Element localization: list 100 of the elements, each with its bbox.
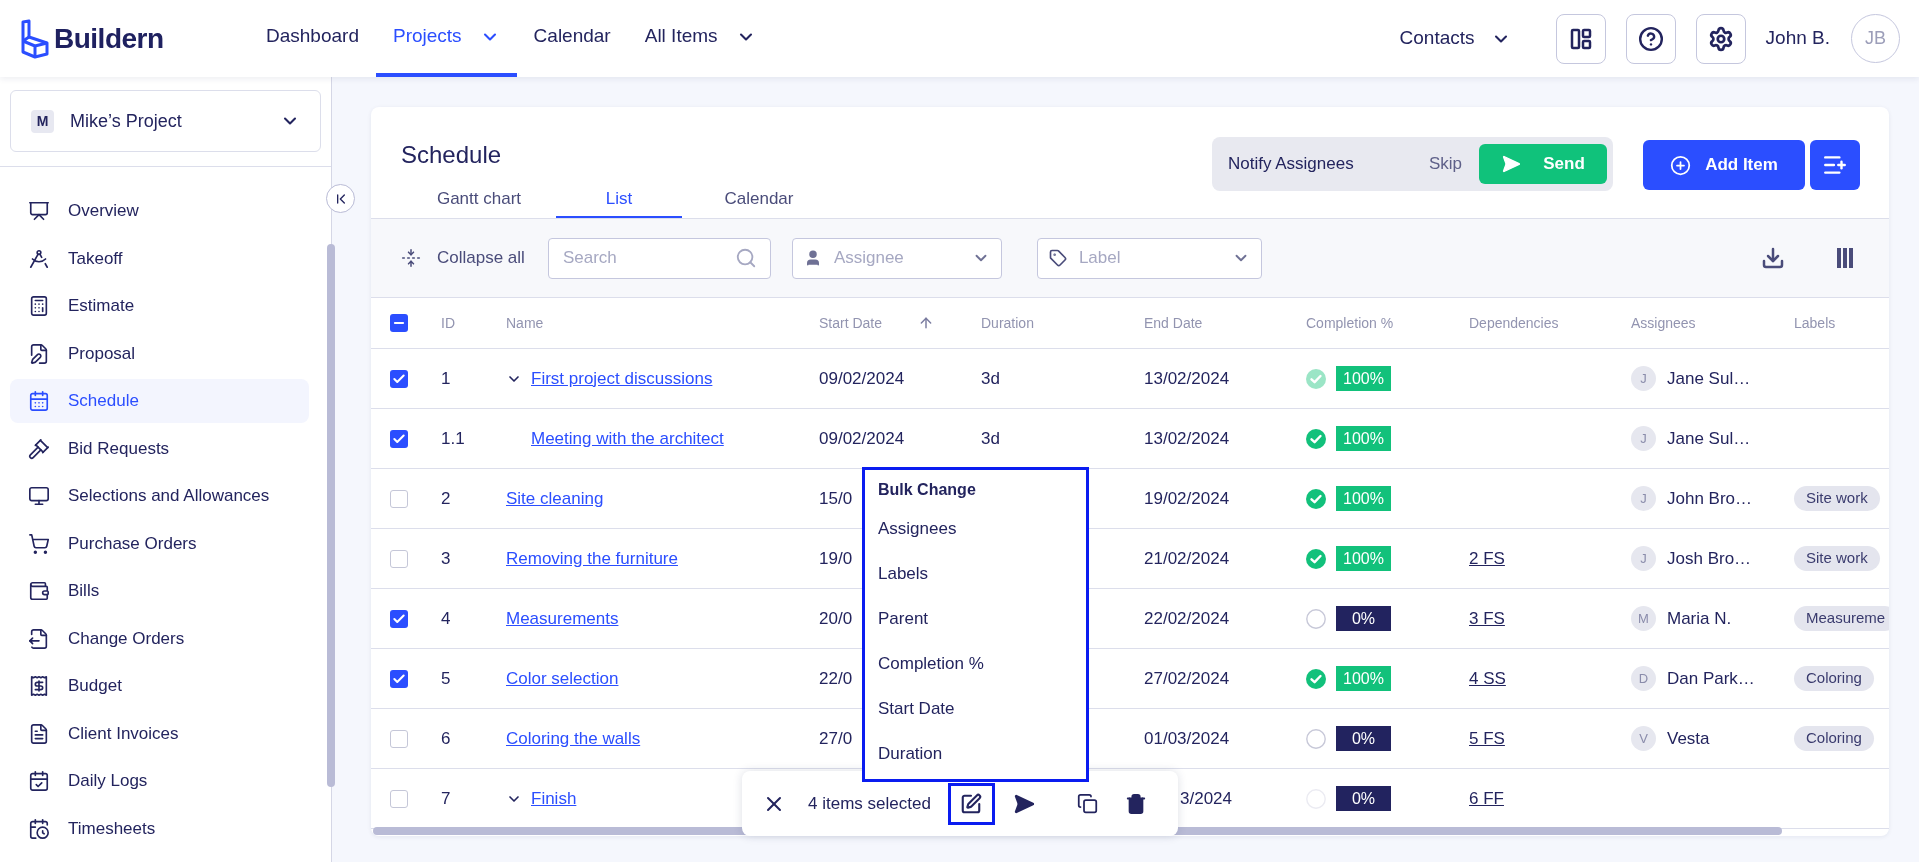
task-link[interactable]: Removing the furniture (506, 545, 678, 572)
checkbox[interactable] (390, 369, 408, 388)
end-date-cell: 3/2024 (1180, 788, 1232, 808)
dependency-link[interactable]: 5 FS (1469, 728, 1505, 748)
view-tab[interactable]: Calendar (696, 182, 822, 218)
dependency-link[interactable]: 6 FF (1469, 788, 1504, 808)
send-icon (1501, 154, 1522, 174)
checkbox[interactable] (390, 729, 408, 748)
id-cell-text: 2 (441, 487, 451, 510)
id-cell-text: 7 (441, 787, 451, 810)
id-cell-text: 6 (441, 727, 451, 750)
sidebar-item[interactable]: Daily Logs (10, 759, 309, 803)
delete-button[interactable] (1124, 792, 1147, 815)
wallet-icon (28, 580, 50, 602)
sidebar-item[interactable]: Bid Requests (10, 426, 309, 471)
end-date-cell: 27/02/2024 (1144, 668, 1230, 688)
check-icon (392, 671, 406, 686)
dependency-link[interactable]: 3 FS (1469, 608, 1505, 628)
sidebar-item[interactable]: Estimate (10, 284, 309, 328)
start-date-cell: 19/0 (819, 548, 853, 568)
id-cell-text: 5 (441, 667, 451, 690)
sidebar-item[interactable]: Overview (10, 189, 309, 233)
checkbox[interactable] (390, 489, 408, 508)
menu-item[interactable]: Parent (878, 596, 1086, 641)
assignee-name: John Bro… (1667, 487, 1753, 510)
checkbox[interactable] (390, 549, 408, 568)
download-icon (1761, 246, 1785, 270)
columns-button[interactable] (1837, 248, 1853, 268)
task-link[interactable]: Site cleaning (506, 485, 604, 512)
edit-button[interactable] (947, 782, 995, 825)
task-link[interactable]: Color selection (506, 665, 619, 692)
id-cell-text: 1.1 (441, 427, 465, 450)
menu-item[interactable]: Completion % (878, 641, 1086, 686)
menu-item[interactable]: Start Date (878, 686, 1086, 731)
sidebar-item[interactable]: Takeoff (10, 236, 309, 281)
task-link[interactable]: Meeting with the architect (531, 425, 724, 452)
logo-icon (20, 18, 50, 59)
layout-button[interactable] (1555, 13, 1606, 64)
assignee-avatar: J (1631, 366, 1656, 391)
project-name: Mike’s Project (70, 109, 182, 133)
add-list-button[interactable] (1810, 140, 1860, 190)
view-tab[interactable]: Gantt chart (416, 182, 542, 218)
menu-title: Bulk Change (878, 480, 977, 500)
collapse-all-button[interactable]: Collapse all (401, 245, 525, 271)
checkbox[interactable] (390, 314, 408, 332)
end-date-cell: 13/02/2024 (1144, 428, 1230, 448)
project-selector[interactable]: M Mike’s Project (10, 90, 321, 152)
checkbox[interactable] (390, 669, 408, 688)
scrollbar[interactable] (327, 244, 335, 787)
dependency-link[interactable]: 4 SS (1469, 668, 1506, 688)
assignee-name: Jane Sul… (1667, 367, 1751, 390)
task-link[interactable]: Finish (531, 785, 577, 812)
checkbox[interactable] (390, 609, 408, 628)
sidebar-item[interactable]: Bills (10, 569, 309, 613)
completion-badge: 100% (1336, 486, 1391, 511)
collapse-sidebar-button[interactable] (326, 184, 355, 213)
completion-badge: 100% (1336, 546, 1391, 571)
sidebar-item[interactable]: Selections and Allowances (10, 474, 309, 518)
help-button[interactable] (1625, 13, 1676, 64)
search-icon (734, 246, 757, 269)
search-field[interactable]: Search (547, 237, 771, 279)
task-link[interactable]: First project discussions (531, 365, 713, 392)
check-icon (392, 431, 406, 446)
id-cell-text: 4 (441, 607, 451, 630)
send-button[interactable] (1012, 792, 1035, 815)
sidebar-item[interactable]: Change Orders (10, 616, 309, 661)
checkbox[interactable] (390, 429, 408, 448)
nav-tab[interactable]: All Items (627, 0, 773, 77)
settings-icon (1707, 25, 1734, 52)
menu-item[interactable]: Duration (878, 731, 1086, 776)
menu-item[interactable]: Assignees (878, 506, 1086, 551)
contacts-menu[interactable]: Contacts (1399, 24, 1511, 53)
completion-badge: 0% (1336, 726, 1391, 751)
start-date-cell: 20/0 (819, 608, 853, 628)
skip-button[interactable]: Skip (1428, 151, 1462, 177)
receipt-icon (28, 675, 50, 697)
nav-tab[interactable]: Dashboard (249, 0, 376, 77)
start-date-cell: 09/02/2024 (819, 428, 905, 448)
duplicate-button[interactable] (1076, 793, 1098, 814)
nav-tab[interactable]: Projects (375, 0, 517, 77)
sidebar-item[interactable]: Proposal (10, 331, 309, 376)
settings-button[interactable] (1695, 13, 1746, 64)
completion-badge: 100% (1336, 666, 1391, 691)
task-link[interactable]: Measurements (506, 605, 619, 632)
end-date-cell: 22/02/2024 (1144, 608, 1230, 628)
completion-badge: 100% (1336, 366, 1391, 391)
sidebar-item[interactable]: Purchase Orders (10, 521, 309, 566)
task-link[interactable]: Coloring the walls (506, 725, 641, 752)
sidebar-item[interactable]: Timesheets (10, 806, 309, 851)
menu-item[interactable]: Labels (878, 551, 1086, 596)
checkbox[interactable] (390, 789, 408, 808)
sidebar-item[interactable]: Client Invoices (10, 711, 309, 756)
sidebar-item[interactable]: Schedule (10, 379, 309, 423)
download-button[interactable] (1761, 246, 1785, 270)
add-item-button[interactable]: Add Item (1643, 140, 1805, 190)
nav-tab[interactable]: Calendar (516, 0, 628, 77)
sidebar-item[interactable]: Budget (10, 664, 309, 708)
cart-icon (28, 532, 50, 555)
dependency-link[interactable]: 2 FS (1469, 548, 1505, 568)
assignee-avatar: J (1631, 486, 1656, 511)
